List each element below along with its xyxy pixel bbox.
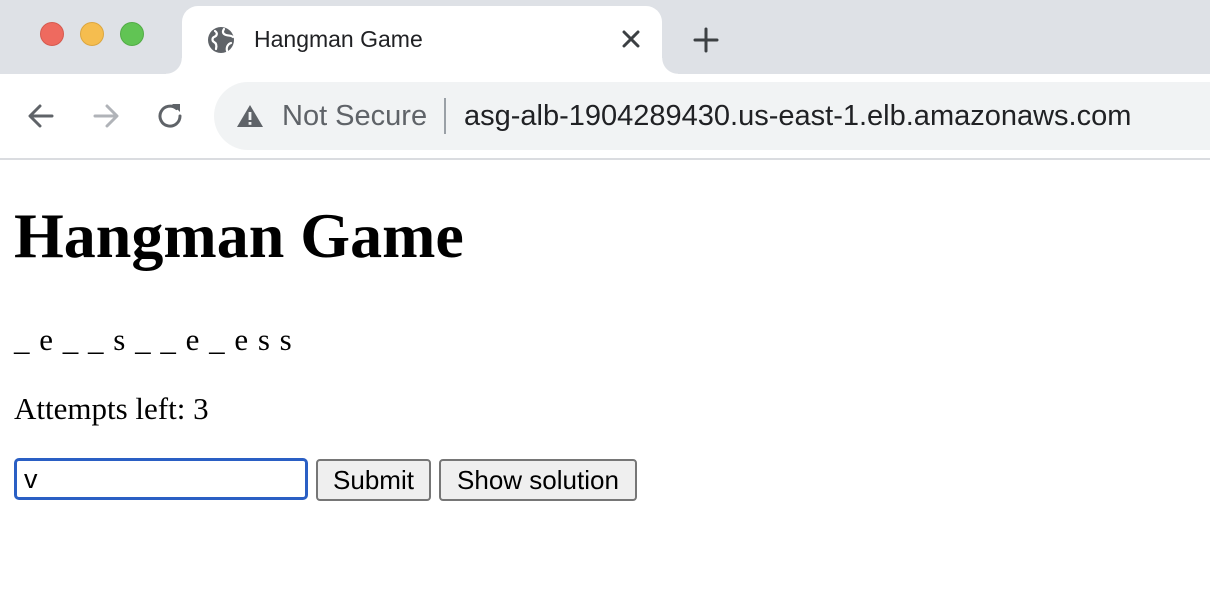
address-bar[interactable]: Not Secure asg-alb-1904289430.us-east-1.… xyxy=(214,82,1210,150)
show-solution-button[interactable]: Show solution xyxy=(439,459,637,501)
attempts-left: Attempts left: 3 xyxy=(14,391,209,426)
page-content: Hangman Game _ e _ _ s _ _ e _ e s s Att… xyxy=(0,160,1210,598)
close-tab-icon[interactable] xyxy=(620,28,642,50)
url-text[interactable]: asg-alb-1904289430.us-east-1.elb.amazona… xyxy=(464,100,1131,133)
browser-toolbar: Not Secure asg-alb-1904289430.us-east-1.… xyxy=(0,74,1210,160)
url-divider xyxy=(444,98,446,134)
back-arrow-icon[interactable] xyxy=(25,100,57,132)
maximize-window-button[interactable] xyxy=(120,22,144,46)
close-window-button[interactable] xyxy=(40,22,64,46)
browser-tab[interactable]: Hangman Game xyxy=(166,6,678,74)
tab-title: Hangman Game xyxy=(254,26,423,52)
word-display: _ e _ _ s _ _ e _ e s s xyxy=(14,322,293,357)
new-tab-icon[interactable] xyxy=(692,26,720,54)
warning-icon[interactable] xyxy=(236,103,264,129)
page-title: Hangman Game xyxy=(14,200,464,271)
tab-strip: Hangman Game xyxy=(0,0,1210,74)
reload-icon[interactable] xyxy=(154,100,186,132)
forward-arrow-icon[interactable] xyxy=(90,100,122,132)
security-status[interactable]: Not Secure xyxy=(282,100,427,133)
minimize-window-button[interactable] xyxy=(80,22,104,46)
globe-icon xyxy=(208,27,235,53)
submit-button[interactable]: Submit xyxy=(316,459,431,501)
guess-input[interactable] xyxy=(14,458,308,500)
